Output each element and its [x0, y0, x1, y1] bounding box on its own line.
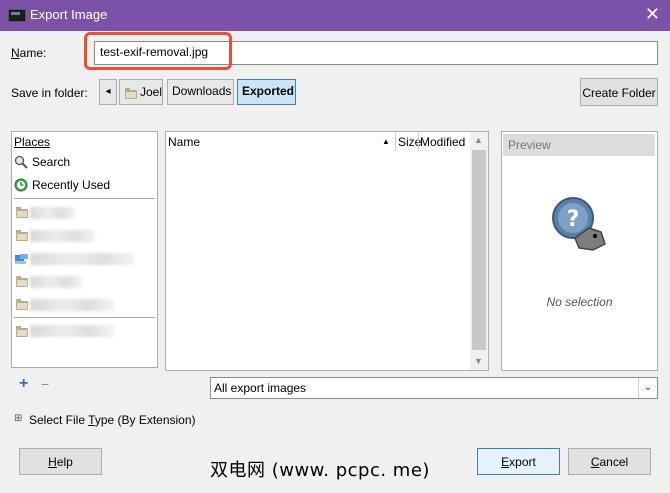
folder-icon: [16, 326, 28, 337]
export-button[interactable]: Export: [477, 448, 560, 475]
redacted-label: [30, 230, 95, 242]
places-item-bookmark-2[interactable]: [14, 228, 154, 244]
select-file-type-label[interactable]: Select File Type (By Extension): [29, 413, 196, 427]
scroll-down-arrow-icon[interactable]: ▼: [474, 356, 483, 366]
close-icon[interactable]: ✕: [645, 4, 660, 25]
places-item-bookmark-4[interactable]: [14, 274, 154, 290]
places-item-bookmark-6[interactable]: [14, 322, 154, 340]
redacted-label: [30, 325, 114, 337]
help-button[interactable]: Help: [19, 448, 102, 475]
remove-icon[interactable]: −: [41, 376, 49, 392]
file-filter-select[interactable]: All export images ⌄: [210, 377, 658, 399]
redacted-label: [30, 276, 82, 288]
preview-header[interactable]: Preview: [503, 134, 655, 156]
places-header: Places: [14, 135, 51, 149]
svg-text:?: ?: [567, 207, 580, 232]
scrollbar-thumb[interactable]: [472, 150, 486, 350]
window-title: Export Image: [30, 7, 108, 22]
add-icon[interactable]: +: [19, 375, 28, 393]
recent-icon: [14, 178, 28, 192]
app-icon: [8, 9, 26, 22]
name-label: Name:: [11, 46, 47, 60]
file-filter-value: All export images: [214, 381, 307, 395]
folder-icon: [16, 207, 28, 218]
watermark: 双电网 (www. pcpc. me): [210, 460, 430, 481]
folder-icon: [16, 276, 28, 287]
title-bar: Export Image ✕: [0, 0, 670, 31]
folder-icon: [16, 230, 28, 241]
path-button-exported[interactable]: Exported: [237, 79, 296, 105]
name-input[interactable]: test-exif-removal.jpg: [94, 41, 658, 65]
places-item-recently-used-label: Recently Used: [32, 178, 111, 192]
column-header-name[interactable]: Name: [168, 135, 200, 149]
expander-icon[interactable]: ⊞: [14, 413, 22, 424]
places-separator: [14, 198, 155, 199]
redacted-label: [30, 299, 114, 311]
places-item-bookmark-3[interactable]: [14, 251, 154, 267]
column-header-modified[interactable]: Modified: [420, 135, 465, 149]
path-button-joel-label: Joel: [140, 85, 163, 99]
save-in-folder-label: Save in folder:: [11, 86, 88, 100]
folder-icon: [16, 299, 28, 310]
no-selection-text: No selection: [546, 295, 613, 309]
path-button-joel[interactable]: Joel: [119, 79, 163, 105]
places-item-bookmark-5[interactable]: [14, 297, 154, 313]
cancel-button[interactable]: Cancel: [568, 448, 651, 475]
search-icon: [14, 155, 28, 169]
scroll-up-arrow-icon[interactable]: ▲: [474, 135, 483, 145]
places-item-search-label: Search: [32, 155, 71, 169]
back-arrow-icon[interactable]: ◂: [99, 79, 117, 105]
redacted-label: [30, 207, 75, 219]
places-item-bookmark-1[interactable]: [14, 205, 154, 221]
redacted-label: [30, 253, 134, 265]
places-separator: [14, 317, 155, 318]
preview-placeholder-icon: ?: [552, 197, 606, 251]
column-divider: [395, 131, 396, 151]
path-button-downloads[interactable]: Downloads: [167, 79, 234, 105]
sort-ascending-icon: ▲: [382, 137, 390, 146]
create-folder-button[interactable]: Create Folder: [580, 78, 658, 106]
network-folder-icon: [15, 254, 28, 264]
dropdown-arrow-icon: ⌄: [638, 378, 657, 398]
column-divider: [418, 131, 419, 151]
file-list-panel[interactable]: [165, 131, 489, 371]
folder-icon: [125, 88, 137, 99]
